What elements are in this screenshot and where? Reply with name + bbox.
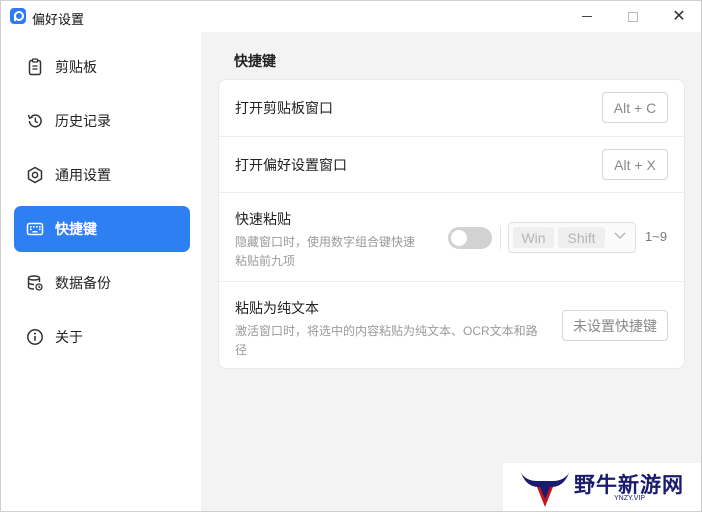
chevron-down-icon[interactable] [613, 229, 627, 243]
preferences-window: 偏好设置 ✕ 剪贴板 历史记录 通用设置 快捷键 数据备份 关于 快捷键 打开剪… [0, 0, 702, 512]
shortcut-open-clipboard-button[interactable]: Alt + C [602, 92, 668, 123]
minimize-icon [582, 16, 592, 17]
shortcut-row-open-preferences: 打开偏好设置窗口 Alt + X [219, 137, 684, 193]
sidebar-item-label: 关于 [55, 329, 83, 345]
shortcut-description: 粘贴前九项 [235, 254, 296, 268]
title-bar[interactable]: 偏好设置 ✕ [1, 1, 701, 32]
history-icon [25, 111, 45, 131]
sidebar-item-history[interactable]: 历史记录 [14, 98, 190, 144]
shortcut-label: 打开剪贴板窗口 [235, 100, 333, 116]
shortcut-description: 激活窗口时，将选中的内容粘贴为纯文本、OCR文本和路 [235, 324, 538, 338]
shortcut-label: 粘贴为纯文本 [235, 300, 319, 316]
shortcut-paste-plain-button[interactable]: 未设置快捷键 [562, 310, 668, 341]
sidebar-item-label: 剪贴板 [55, 59, 97, 75]
shortcut-label: 快速粘贴 [235, 211, 291, 227]
shortcut-label: 打开偏好设置窗口 [235, 157, 347, 173]
hexagon-settings-icon [25, 165, 45, 185]
shortcut-row-paste-plain: 粘贴为纯文本 激活窗口时，将选中的内容粘贴为纯文本、OCR文本和路 径 未设置快… [219, 282, 684, 370]
maximize-icon [628, 11, 638, 22]
sidebar-item-general-settings[interactable]: 通用设置 [14, 152, 190, 198]
modifier-win-chip[interactable]: Win [513, 227, 554, 248]
shortcut-row-quick-paste: 快速粘贴 隐藏窗口时，使用数字组合键快速 粘贴前九项 Win Shift 1~9 [219, 193, 684, 282]
shortcut-description: 径 [235, 343, 248, 357]
sidebar-item-data-backup[interactable]: 数据备份 [14, 260, 190, 306]
main-content: 快捷键 打开剪贴板窗口 Alt + C 打开偏好设置窗口 Alt + X 快速粘… [201, 32, 701, 511]
quick-paste-range: 1~9 [645, 229, 668, 244]
shortcut-open-preferences-button[interactable]: Alt + X [602, 149, 668, 180]
modifier-shift-chip[interactable]: Shift [558, 227, 605, 248]
minimize-button[interactable] [564, 1, 610, 32]
keyboard-icon [25, 219, 45, 239]
sidebar-item-label: 数据备份 [55, 275, 111, 291]
shortcut-settings-card: 打开剪贴板窗口 Alt + C 打开偏好设置窗口 Alt + X 快速粘贴 隐藏… [218, 79, 685, 369]
sidebar-item-label: 通用设置 [55, 167, 111, 183]
maximize-button[interactable] [610, 1, 656, 32]
close-icon: ✕ [672, 7, 686, 25]
section-title: 快捷键 [234, 53, 276, 69]
close-button[interactable]: ✕ [656, 1, 701, 32]
watermark: 野牛新游网 YNZY.VIP [503, 463, 701, 511]
clipboard-icon [25, 57, 45, 77]
bull-logo-icon [521, 473, 569, 507]
quick-paste-toggle[interactable] [448, 227, 492, 249]
shortcut-description: 隐藏窗口时，使用数字组合键快速 [235, 235, 416, 249]
sidebar: 剪贴板 历史记录 通用设置 快捷键 数据备份 关于 [1, 32, 201, 511]
shortcut-row-open-clipboard: 打开剪贴板窗口 Alt + C [219, 80, 684, 137]
watermark-subtext: YNZY.VIP [614, 495, 645, 502]
sidebar-item-about[interactable]: 关于 [14, 314, 190, 360]
info-icon [25, 327, 45, 347]
toggle-knob [451, 230, 467, 246]
window-title: 偏好设置 [32, 12, 85, 27]
divider [500, 227, 501, 249]
database-icon [25, 273, 45, 293]
sidebar-item-clipboard[interactable]: 剪贴板 [14, 44, 190, 90]
sidebar-item-shortcuts[interactable]: 快捷键 [14, 206, 190, 252]
sidebar-item-label: 历史记录 [55, 113, 111, 129]
app-logo-icon [10, 8, 26, 24]
sidebar-item-label: 快捷键 [55, 221, 97, 237]
quick-paste-modifier-select[interactable]: Win Shift [508, 222, 636, 253]
